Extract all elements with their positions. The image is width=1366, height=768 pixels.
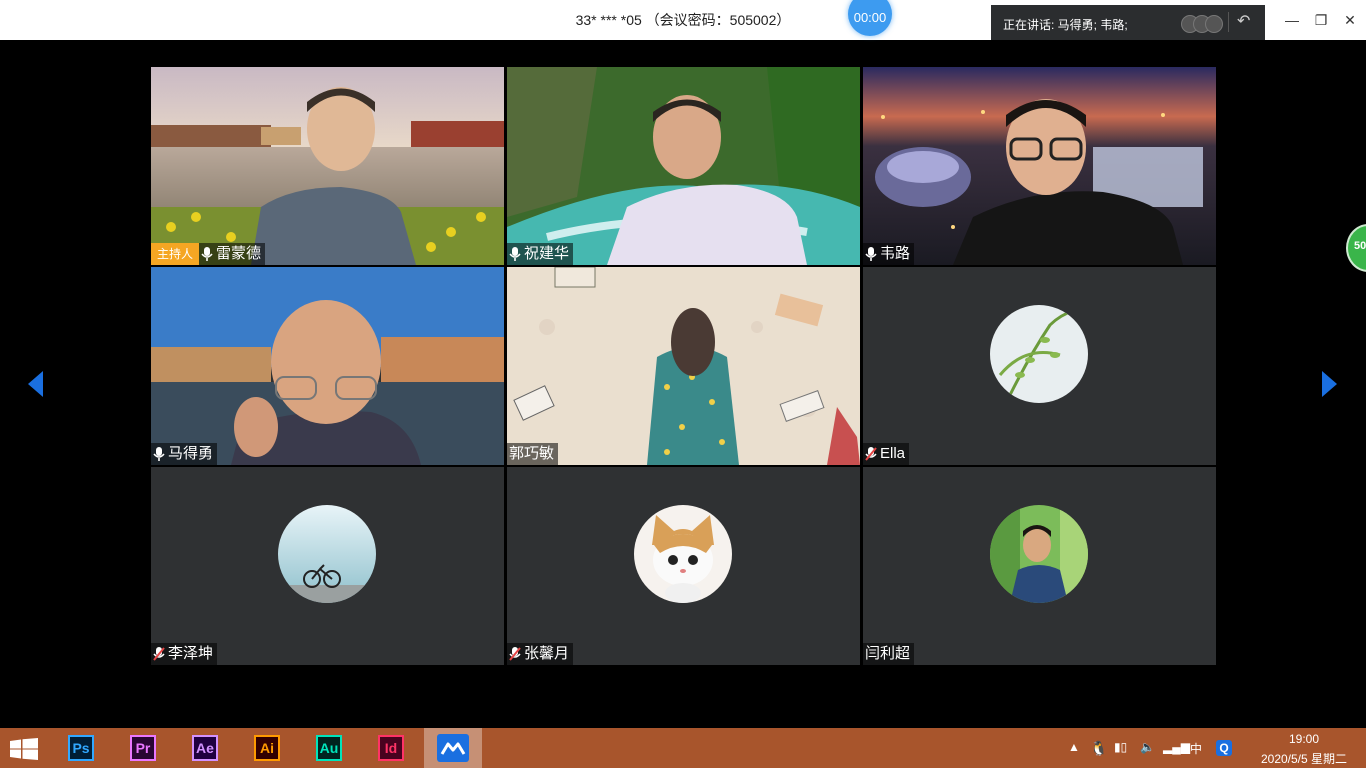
video-tile[interactable]: 郭巧敏 bbox=[507, 267, 860, 465]
clock-date[interactable]: 2020/5/5 星期二 bbox=[1254, 750, 1354, 767]
participant-name: 闫利超 bbox=[865, 645, 911, 662]
photoshop-icon[interactable]: Ps bbox=[68, 735, 94, 761]
title-bar: 33* *** *05 （会议密码：505002） 00:00 正在讲话: 马得… bbox=[0, 0, 1366, 40]
close-button[interactable]: ✕ bbox=[1340, 10, 1360, 30]
power-icon[interactable]: ▮▯ bbox=[1114, 740, 1127, 754]
badge-value: 50 bbox=[1354, 240, 1366, 252]
show-hidden-icons-icon[interactable]: ▲ bbox=[1068, 740, 1080, 754]
video-tile[interactable]: 韦路 bbox=[863, 67, 1216, 265]
participant-label: 张馨月 bbox=[507, 643, 574, 665]
video-tile[interactable]: 马得勇 bbox=[151, 267, 504, 465]
mic-icon bbox=[865, 247, 877, 261]
timer-label: 00:00 bbox=[853, 10, 887, 25]
participant-name: 马得勇 bbox=[168, 445, 214, 462]
video-background bbox=[151, 267, 504, 465]
network-icon[interactable]: ▂▄▆ bbox=[1163, 740, 1190, 754]
taskbar: Ps Pr Ae Ai Au Id ▲ 🐧 ▮▯ 🔈 ▂▄▆ 中 Q 19:00… bbox=[0, 728, 1366, 768]
video-tile[interactable]: 主持人 雷蒙德 bbox=[151, 67, 504, 265]
speaking-text: 正在讲话: 马得勇; 韦路; bbox=[1003, 18, 1128, 32]
clock-time[interactable]: 19:00 bbox=[1264, 732, 1344, 746]
audition-icon[interactable]: Au bbox=[316, 735, 342, 761]
video-tile[interactable]: 闫利超 bbox=[863, 467, 1216, 665]
video-background bbox=[507, 267, 860, 465]
participant-label: Ella bbox=[863, 443, 910, 465]
video-tile[interactable]: 李泽坤 bbox=[151, 467, 504, 665]
person-avatar bbox=[990, 505, 1088, 603]
tencent-meeting-icon bbox=[437, 734, 469, 762]
volume-icon[interactable]: 🔈 bbox=[1140, 740, 1155, 754]
video-background bbox=[863, 67, 1216, 265]
participant-name: 李泽坤 bbox=[168, 645, 214, 662]
premiere-icon[interactable]: Pr bbox=[130, 735, 156, 761]
tencent-meeting-taskbar-button[interactable] bbox=[424, 728, 482, 768]
participant-label: 郭巧敏 bbox=[507, 443, 559, 465]
floating-speed-badge[interactable]: 50 bbox=[1346, 224, 1366, 272]
participant-name: 张馨月 bbox=[524, 645, 570, 662]
mic-icon bbox=[153, 447, 165, 461]
mic-icon bbox=[201, 247, 213, 261]
search-app-icon[interactable]: Q bbox=[1216, 740, 1232, 756]
after-effects-icon[interactable]: Ae bbox=[192, 735, 218, 761]
cat-avatar bbox=[634, 505, 732, 603]
participant-name: 祝建华 bbox=[524, 245, 570, 262]
participant-name: 雷蒙德 bbox=[216, 245, 262, 262]
mic-muted-icon bbox=[509, 647, 521, 661]
video-background bbox=[151, 67, 504, 265]
participant-label: 李泽坤 bbox=[151, 643, 218, 665]
speaking-indicator: 正在讲话: 马得勇; 韦路; ↶ bbox=[991, 5, 1265, 40]
video-tile[interactable]: 祝建华 bbox=[507, 67, 860, 265]
next-page-arrow-icon[interactable] bbox=[1322, 371, 1338, 397]
restore-button[interactable]: ❐ bbox=[1311, 10, 1331, 30]
ime-indicator[interactable]: 中 bbox=[1190, 740, 1202, 757]
host-badge: 主持人 bbox=[151, 243, 200, 265]
participant-name: Ella bbox=[880, 445, 906, 462]
participant-name: 韦路 bbox=[880, 245, 911, 262]
illustrator-icon[interactable]: Ai bbox=[254, 735, 280, 761]
mic-muted-icon bbox=[865, 447, 877, 461]
bicycle-avatar bbox=[278, 505, 376, 603]
video-tile[interactable]: Ella bbox=[863, 267, 1216, 465]
divider bbox=[1228, 12, 1229, 32]
indesign-icon[interactable]: Id bbox=[378, 735, 404, 761]
participant-label: 韦路 bbox=[863, 243, 915, 265]
participant-label: 主持人 雷蒙德 bbox=[151, 243, 266, 265]
previous-page-arrow-icon[interactable] bbox=[28, 371, 44, 397]
mic-muted-icon bbox=[153, 647, 165, 661]
video-background bbox=[507, 67, 860, 265]
participant-name: 郭巧敏 bbox=[509, 445, 555, 462]
mic-icon bbox=[509, 247, 521, 261]
windows-start-icon[interactable] bbox=[10, 738, 38, 760]
participant-label: 马得勇 bbox=[151, 443, 218, 465]
participant-label: 祝建华 bbox=[507, 243, 574, 265]
speaker-avatar bbox=[1205, 15, 1223, 33]
minimize-button[interactable]: — bbox=[1282, 10, 1302, 30]
participant-label: 闫利超 bbox=[863, 643, 915, 665]
reply-icon[interactable]: ↶ bbox=[1237, 11, 1250, 31]
plant-avatar bbox=[990, 305, 1088, 403]
qq-tray-icon[interactable]: 🐧 bbox=[1090, 740, 1107, 757]
video-tile[interactable]: 张馨月 bbox=[507, 467, 860, 665]
